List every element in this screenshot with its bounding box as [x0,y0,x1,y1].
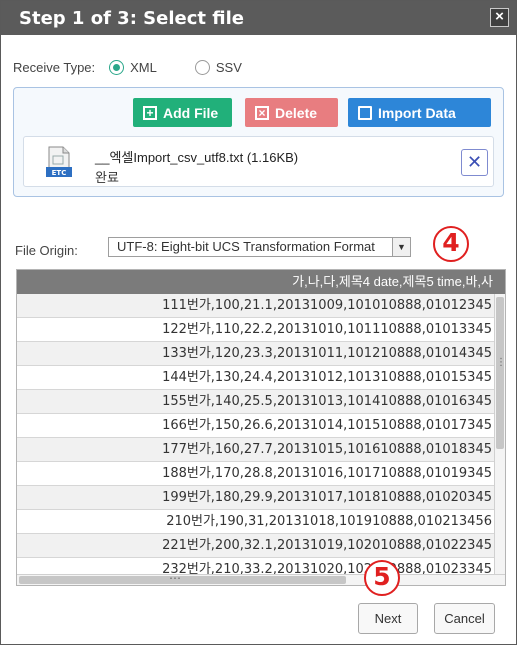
table-row[interactable]: 122번가,110,22.2,20131010,101110888,010133… [17,318,494,342]
svg-text:ETC: ETC [52,169,67,177]
vertical-scrollbar[interactable] [494,294,505,575]
horizontal-scrollbar[interactable] [17,571,505,585]
delete-button[interactable]: × Delete [245,98,338,127]
cancel-button[interactable]: Cancel [434,603,495,634]
radio-xml[interactable] [109,59,125,75]
import-data-button[interactable]: Import Data [348,98,491,127]
import-data-label: Import Data [378,104,456,121]
next-button[interactable]: Next [358,603,418,634]
receive-type-row: Receive Type: XML SSV [13,58,242,76]
table-row[interactable]: 111번가,100,21.1,20131009,101010888,010123… [17,294,494,318]
delete-label: Delete [275,104,318,121]
table-row[interactable]: 210번가,190,31,20131018,101910888,01021345… [17,510,494,534]
add-file-button[interactable]: + Add File [133,98,232,127]
radio-ssv[interactable] [194,59,210,75]
x-square-icon: × [255,105,269,120]
file-upload-panel: + Add File × Delete Import Data ETC __엑셀… [13,87,504,197]
step-marker-5: 5 [364,560,400,596]
dialog-titlebar: Step 1 of 3: Select file × [1,1,516,35]
file-name: __엑셀Import_csv_utf8.txt (1.16KB) [95,150,299,165]
add-file-label: Add File [163,104,219,121]
radio-ssv-option[interactable]: SSV [194,59,242,75]
table-row[interactable]: 199번가,180,29.9,20131017,101810888,010203… [17,486,494,510]
file-origin-value: UTF-8: Eight-bit UCS Transformation Form… [117,239,375,254]
table-row[interactable]: 221번가,200,32.1,20131019,102010888,010223… [17,534,494,558]
table-row[interactable]: 155번가,140,25.5,20131013,101410888,010163… [17,390,494,414]
file-list-item[interactable]: ETC __엑셀Import_csv_utf8.txt (1.16KB) 완료 … [23,136,494,187]
vertical-scroll-thumb[interactable] [496,297,504,449]
plus-square-icon: + [143,105,157,120]
step-marker-4: 4 [433,226,469,262]
table-row[interactable]: 166번가,150,26.6,20131014,101510888,010173… [17,414,494,438]
remove-file-button[interactable]: ✕ [461,149,488,176]
table-row[interactable]: 188번가,170,28.8,20131016,101710888,010193… [17,462,494,486]
close-button[interactable]: × [490,8,509,27]
save-icon [358,105,372,120]
table-row[interactable]: 133번가,120,23.3,20131011,101210888,010143… [17,342,494,366]
receive-type-label: Receive Type: [13,59,96,75]
file-status: 완료 [95,170,119,185]
preview-grid: 가,나,다,제목4 date,제목5 time,바,사 111번가,100,21… [16,269,506,586]
file-origin-select[interactable]: UTF-8: Eight-bit UCS Transformation Form… [108,237,411,257]
radio-xml-label: XML [130,59,157,75]
grid-header: 가,나,다,제목4 date,제목5 time,바,사 [17,270,505,294]
dialog-title: Step 1 of 3: Select file [19,8,244,29]
horizontal-scroll-thumb[interactable] [19,571,346,585]
radio-ssv-label: SSV [215,59,242,75]
select-file-dialog: Step 1 of 3: Select file × Receive Type:… [0,0,517,645]
grid-body: 111번가,100,21.1,20131009,101010888,010123… [17,294,494,582]
chevron-down-icon[interactable]: ▼ [392,238,410,256]
etc-file-icon: ETC [46,146,72,177]
radio-xml-option[interactable]: XML [109,59,157,75]
file-origin-label: File Origin: [15,243,78,258]
table-row[interactable]: 144번가,130,24.4,20131012,101310888,010153… [17,366,494,390]
table-row[interactable]: 177번가,160,27.7,20131015,101610888,010183… [17,438,494,462]
